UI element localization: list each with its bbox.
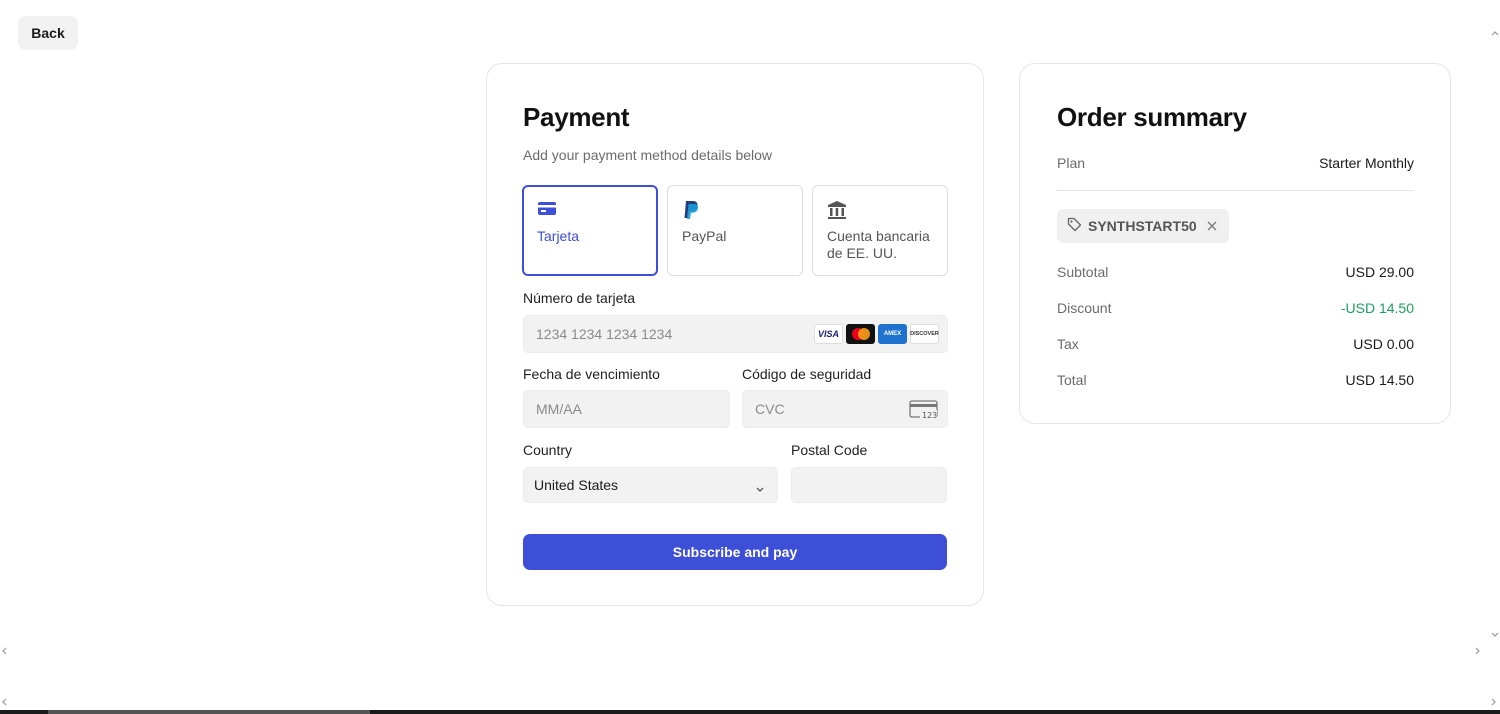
postal-code-input[interactable] [802, 476, 946, 494]
method-bank-label: Cuenta bancaria de EE. UU. [827, 228, 930, 261]
discover-icon: DISCOVER [910, 324, 939, 344]
country-select[interactable]: United States [523, 467, 778, 503]
remove-coupon-icon[interactable] [1207, 218, 1217, 234]
scroll-down-icon[interactable] [1490, 628, 1500, 642]
method-tab-card[interactable]: Tarjeta [522, 185, 658, 276]
payment-title: Payment [523, 102, 630, 132]
tag-icon [1067, 217, 1082, 235]
coupon-code: SYNTHSTART50 [1088, 218, 1197, 234]
cvc-field[interactable]: 123 [742, 390, 948, 428]
card-number-label: Número de tarjeta [523, 290, 636, 306]
coupon-chip: SYNTHSTART50 [1057, 209, 1229, 243]
country-label: Country [523, 442, 573, 458]
total-label: Total [1057, 372, 1087, 388]
tax-value: USD 0.00 [1353, 336, 1414, 352]
country-value: United States [534, 477, 619, 493]
cvc-icon-text: 123 [922, 411, 937, 420]
total-value: USD 14.50 [1345, 372, 1414, 388]
subscribe-and-pay-button[interactable]: Subscribe and pay [523, 534, 947, 570]
total-row: Total USD 14.50 [1057, 372, 1414, 388]
visa-icon: VISA [814, 324, 843, 344]
order-summary-title: Order summary [1057, 102, 1247, 132]
divider [1057, 190, 1414, 191]
scrollbar-thumb[interactable] [48, 710, 370, 714]
payment-card: Payment Add your payment method details … [486, 63, 984, 606]
discount-row: Discount -USD 14.50 [1057, 300, 1414, 316]
card-brands: VISA AMEX DISCOVER [814, 324, 939, 344]
postal-code-label: Postal Code [791, 442, 868, 458]
expiry-field[interactable] [523, 390, 730, 428]
payment-subtitle: Add your payment method details below [523, 147, 773, 163]
scroll-left-icon[interactable] [0, 645, 8, 659]
cvc-label: Código de seguridad [742, 366, 872, 382]
scroll-right-icon[interactable] [1474, 645, 1482, 659]
method-paypal-label: PayPal [682, 228, 727, 244]
subtotal-row: Subtotal USD 29.00 [1057, 264, 1414, 280]
subtotal-value: USD 29.00 [1345, 264, 1414, 280]
paypal-icon [682, 200, 700, 225]
tax-label: Tax [1057, 336, 1079, 352]
cvc-card-icon: 123 [909, 400, 938, 423]
plan-label: Plan [1057, 155, 1086, 171]
order-summary-card: Order summary Plan Starter Monthly SYNTH… [1019, 63, 1451, 424]
expiry-label: Fecha de vencimiento [523, 366, 660, 382]
card-number-field[interactable]: VISA AMEX DISCOVER [523, 315, 948, 353]
plan-row: Plan Starter Monthly [1057, 155, 1414, 171]
plan-value: Starter Monthly [1319, 155, 1414, 171]
expiry-input[interactable] [534, 400, 729, 418]
discount-value: -USD 14.50 [1340, 300, 1414, 316]
chevron-down-icon [755, 481, 765, 497]
discount-label: Discount [1057, 300, 1112, 316]
amex-icon: AMEX [878, 324, 907, 344]
back-button[interactable]: Back [18, 16, 78, 50]
credit-card-icon [537, 200, 557, 221]
method-card-label: Tarjeta [537, 228, 580, 244]
scroll-up-icon[interactable] [1490, 26, 1500, 40]
postal-code-field[interactable] [791, 467, 947, 503]
method-tab-bank[interactable]: Cuenta bancaria de EE. UU. [812, 185, 948, 276]
mastercard-icon [846, 324, 875, 344]
tax-row: Tax USD 0.00 [1057, 336, 1414, 352]
bank-icon [827, 200, 847, 225]
scroll-right-icon[interactable] [1490, 696, 1498, 710]
horizontal-scrollbar[interactable] [0, 710, 1500, 714]
method-tab-paypal[interactable]: PayPal [667, 185, 803, 276]
subtotal-label: Subtotal [1057, 264, 1109, 280]
scroll-left-icon[interactable] [0, 696, 8, 710]
